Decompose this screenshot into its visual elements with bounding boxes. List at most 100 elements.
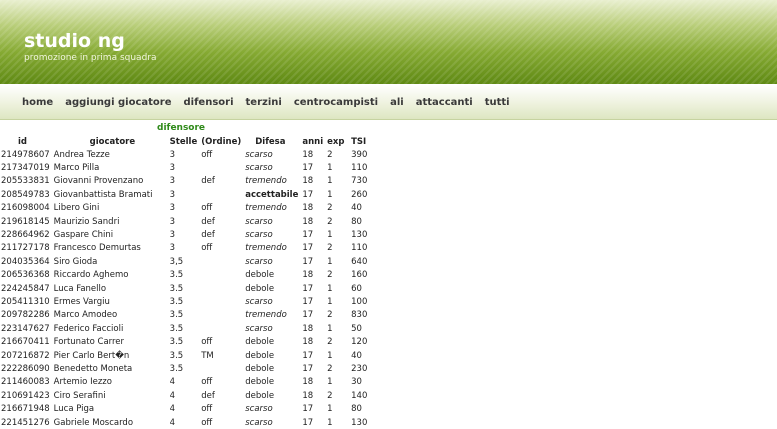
cell-anni: 17 (302, 243, 314, 254)
cell-id: 216098004 (1, 203, 50, 214)
cell-ordine: off (201, 243, 213, 254)
cell-ordine: def (201, 390, 215, 401)
cell-anni: 17 (302, 363, 314, 374)
cell-exp: 2 (327, 243, 333, 254)
cell-stelle: 4 (169, 390, 176, 401)
cell-difesa: debole (245, 363, 275, 374)
col-header-giocatore: giocatore (89, 136, 136, 147)
table-row: 208549783 Giovanbattista Bramati 3 accettab… (0, 188, 373, 201)
cell-ordine (199, 255, 243, 268)
cell-difesa: scarso (245, 149, 273, 160)
cell-tsi: 130 (351, 417, 368, 428)
cell-giocatore: Andrea Tezze (53, 149, 110, 160)
cell-giocatore: Giovanni Provenzano (53, 176, 144, 187)
cell-stelle: 3.5 (169, 323, 184, 334)
col-header-stelle: Stelle (169, 136, 198, 147)
table-row: 209782286 Marco Amodeo 3.5 tremendo 17 2 830 (0, 309, 373, 322)
cell-id: 214978607 (1, 149, 50, 160)
table-row: 216671948 Luca Piga 4 off scarso 17 1 80 (0, 402, 373, 415)
cell-difesa: debole (245, 350, 275, 361)
cell-exp: 1 (327, 230, 333, 241)
table-row: 205411310 Ermes Vargiu 3.5 scarso 17 1 100 (0, 295, 373, 308)
cell-difesa: tremendo (245, 243, 287, 254)
cell-ordine (199, 188, 243, 201)
cell-giocatore: Luca Piga (53, 404, 95, 415)
cell-stelle: 4 (169, 417, 176, 428)
cell-ordine: off (201, 404, 213, 415)
cell-ordine (199, 282, 243, 295)
cell-tsi: 140 (351, 390, 368, 401)
nav-tutti[interactable]: tutti (485, 97, 510, 108)
cell-id: 211460083 (1, 377, 50, 388)
cell-id: 209782286 (1, 310, 50, 321)
nav-terzini[interactable]: terzini (246, 97, 282, 108)
cell-difesa: scarso (245, 256, 273, 267)
cell-exp: 1 (327, 189, 333, 200)
cell-tsi: 80 (351, 404, 362, 415)
cell-stelle: 3.5 (169, 310, 184, 321)
nav-difensori[interactable]: difensori (184, 97, 234, 108)
cell-exp: 1 (327, 417, 333, 428)
cell-giocatore: Federico Faccioli (53, 323, 124, 334)
cell-anni: 17 (302, 230, 314, 241)
cell-giocatore: Gabriele Moscardo (53, 417, 134, 428)
table-row: 217347019 Marco Pilla 3 scarso 17 1 110 (0, 161, 373, 174)
cell-tsi: 40 (351, 203, 362, 214)
cell-exp: 2 (327, 310, 333, 321)
cell-id: 217347019 (1, 163, 50, 174)
nav-aggiungi-giocatore[interactable]: aggiungi giocatore (65, 97, 171, 108)
cell-giocatore: Maurizio Sandri (53, 216, 120, 227)
site-header: studio ng promozione in prima squadra (0, 0, 777, 84)
cell-ordine (199, 161, 243, 174)
cell-anni: 17 (302, 189, 314, 200)
cell-ordine: off (201, 337, 213, 348)
table-row: 223147627 Federico Faccioli 3.5 scarso 18 1 50 (0, 322, 373, 335)
cell-stelle: 3.5 (169, 337, 184, 348)
cell-giocatore: Marco Pilla (53, 163, 100, 174)
cell-anni: 17 (302, 296, 314, 307)
nav-centrocampisti[interactable]: centrocampisti (294, 97, 378, 108)
cell-tsi: 260 (351, 189, 368, 200)
cell-exp: 2 (327, 270, 333, 281)
cell-id: 206536368 (1, 270, 50, 281)
cell-ordine: off (201, 203, 213, 214)
nav-attaccanti[interactable]: attaccanti (416, 97, 473, 108)
cell-anni: 17 (302, 404, 314, 415)
cell-tsi: 640 (351, 256, 368, 267)
cell-anni: 18 (302, 216, 314, 227)
cell-stelle: 3 (169, 216, 176, 227)
cell-difesa: tremendo (245, 310, 287, 321)
cell-stelle: 3 (169, 189, 176, 200)
cell-tsi: 100 (351, 296, 368, 307)
cell-exp: 1 (327, 256, 333, 267)
cell-giocatore: Ermes Vargiu (53, 296, 110, 307)
nav-ali[interactable]: ali (390, 97, 404, 108)
col-header-tsi: TSI (351, 136, 367, 147)
nav-home[interactable]: home (22, 97, 53, 108)
cell-anni: 18 (302, 176, 314, 187)
cell-id: 211727178 (1, 243, 50, 254)
table-row: 228664962 Gaspare Chini 3 def scarso 17 1 130 (0, 228, 373, 241)
cell-tsi: 130 (351, 230, 368, 241)
table-row: 216670411 Fortunato Carrer 3.5 off debole 18 2… (0, 335, 373, 348)
cell-giocatore: Giovanbattista Bramati (53, 189, 153, 200)
cell-ordine (199, 362, 243, 375)
cell-difesa: debole (245, 377, 275, 388)
cell-exp: 2 (327, 149, 333, 160)
cell-id: 208549783 (1, 189, 50, 200)
cell-exp: 1 (327, 377, 333, 388)
cell-difesa: scarso (245, 163, 273, 174)
cell-difesa: scarso (245, 417, 273, 428)
cell-stelle: 3 (169, 149, 176, 160)
cell-ordine (199, 309, 243, 322)
cell-giocatore: Francesco Demurtas (53, 243, 141, 254)
cell-anni: 18 (302, 377, 314, 388)
site-title: studio ng (24, 30, 125, 52)
cell-giocatore: Fortunato Carrer (53, 337, 125, 348)
cell-ordine: off (201, 149, 213, 160)
cell-anni: 17 (302, 256, 314, 267)
table-row: 211460083 Artemio Iezzo 4 off debole 18 1 30 (0, 376, 373, 389)
cell-anni: 18 (302, 390, 314, 401)
cell-giocatore: Artemio Iezzo (53, 377, 112, 388)
cell-difesa: debole (245, 337, 275, 348)
